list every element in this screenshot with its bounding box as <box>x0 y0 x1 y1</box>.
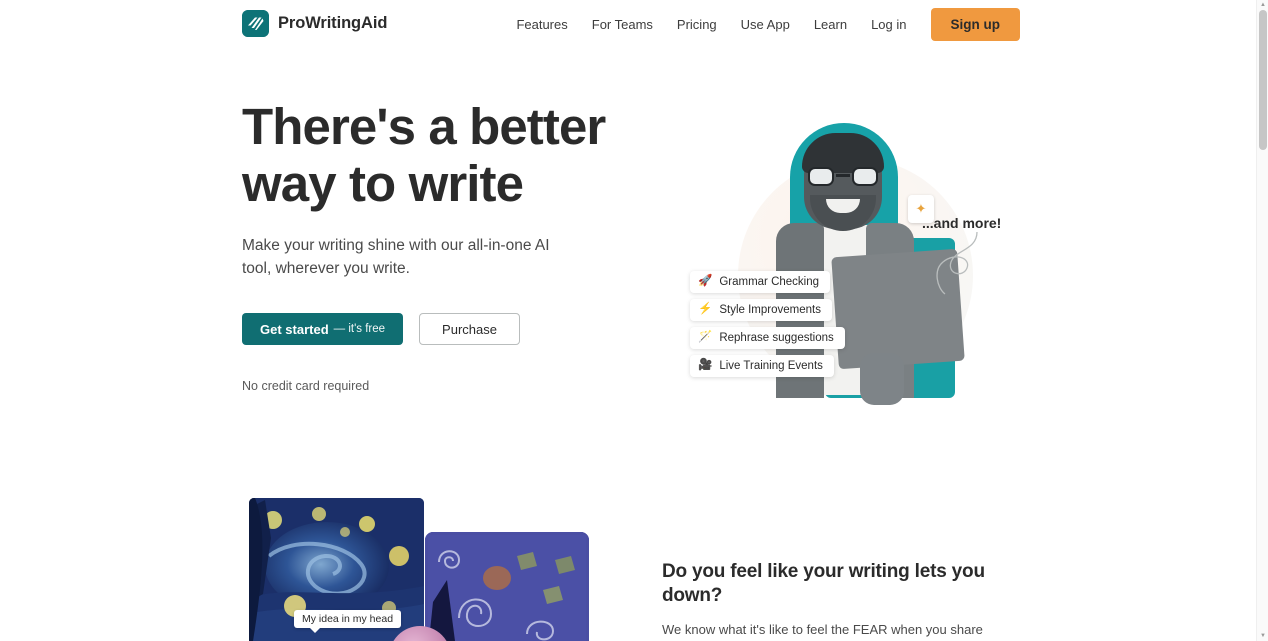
idea-vs-reality-illustration: My idea in my head <box>249 498 589 641</box>
feature-chip-label: Style Improvements <box>719 304 821 316</box>
writing-lets-you-down-section: My idea in my head Do you feel like your… <box>0 478 1256 641</box>
section-title: Do you feel like your writing lets you d… <box>662 561 985 606</box>
feature-chip-grammar-checking[interactable]: 🚀 Grammar Checking <box>690 271 831 293</box>
feature-chip-rephrase-suggestions[interactable]: 🪄 Rephrase suggestions <box>690 327 845 349</box>
my-idea-tooltip: My idea in my head <box>294 610 402 633</box>
browser-viewport: ProWritingAid Features For Teams Pricing… <box>0 0 1268 641</box>
get-started-label: Get started <box>260 321 329 337</box>
section-copy: Do you feel like your writing lets you d… <box>662 560 1032 641</box>
squiggle-arrow-icon <box>936 231 978 295</box>
hero-section: There's a better way to write Make your … <box>0 48 1256 478</box>
hero-copy: There's a better way to write Make your … <box>242 98 642 393</box>
feature-chip-live-training-events[interactable]: 🎥 Live Training Events <box>690 355 834 377</box>
person-hand <box>860 353 904 405</box>
hero-subtitle: Make your writing shine with our all-in-… <box>242 237 550 277</box>
get-started-sublabel: — it's free <box>333 323 386 335</box>
feature-chip-label: Live Training Events <box>719 360 823 372</box>
hero-title-line-2: way to write <box>242 155 524 212</box>
site-header: ProWritingAid Features For Teams Pricing… <box>0 0 1256 48</box>
section-body-text: We know what it's like to feel the FEAR … <box>662 622 983 637</box>
nav-item-learn[interactable]: Learn <box>802 9 859 41</box>
page-scrollbar[interactable]: ▲ ▼ <box>1256 0 1268 641</box>
glasses-lens-left <box>808 167 834 186</box>
crude-drawing-panel <box>425 532 589 641</box>
nav-item-features[interactable]: Features <box>504 9 579 41</box>
purchase-button[interactable]: Purchase <box>419 313 520 345</box>
feature-chip-list: 🚀 Grammar Checking ⚡ Style Improvements … <box>690 271 845 377</box>
nav-item-use-app[interactable]: Use App <box>729 9 802 41</box>
hero-title: There's a better way to write <box>242 98 642 212</box>
page-content: ProWritingAid Features For Teams Pricing… <box>0 0 1256 641</box>
feature-chip-label: Rephrase suggestions <box>719 332 834 344</box>
nav-item-log-in[interactable]: Log in <box>859 9 918 41</box>
hero-illustration: ✦ ...and more! 🚀 Grammar Checking ⚡ Styl… <box>660 103 1040 433</box>
get-started-button[interactable]: Get started — it's free <box>242 313 404 345</box>
nav-item-for-teams[interactable]: For Teams <box>580 9 665 41</box>
hero-action-buttons: Get started — it's free Purchase <box>242 313 642 345</box>
scroll-down-arrow-icon[interactable]: ▼ <box>1257 631 1268 641</box>
scroll-up-arrow-icon[interactable]: ▲ <box>1257 0 1268 10</box>
brand-logo-link[interactable]: ProWritingAid <box>242 10 387 37</box>
glasses-bridge <box>836 174 850 177</box>
sign-up-button[interactable]: Sign up <box>930 8 1020 41</box>
brand-name: ProWritingAid <box>278 14 388 32</box>
feature-chip-label: Grammar Checking <box>719 276 820 288</box>
nav-item-pricing[interactable]: Pricing <box>665 9 729 41</box>
magic-wand-icon: 🪄 <box>698 331 713 344</box>
feature-chip-style-improvements[interactable]: ⚡ Style Improvements <box>690 299 832 321</box>
scrollbar-thumb[interactable] <box>1259 10 1267 150</box>
lightning-bolt-icon: ⚡ <box>698 303 713 316</box>
glasses-lens-right <box>852 167 878 186</box>
rocket-icon: 🚀 <box>698 275 713 288</box>
no-credit-card-note: No credit card required <box>242 379 370 393</box>
hero-title-line-1: There's a better <box>242 98 606 155</box>
movie-camera-icon: 🎥 <box>698 359 713 372</box>
glasses-icon <box>808 167 878 186</box>
prowritingaid-logo-icon <box>242 10 269 37</box>
main-navigation: Features For Teams Pricing Use App Learn… <box>504 8 1020 41</box>
